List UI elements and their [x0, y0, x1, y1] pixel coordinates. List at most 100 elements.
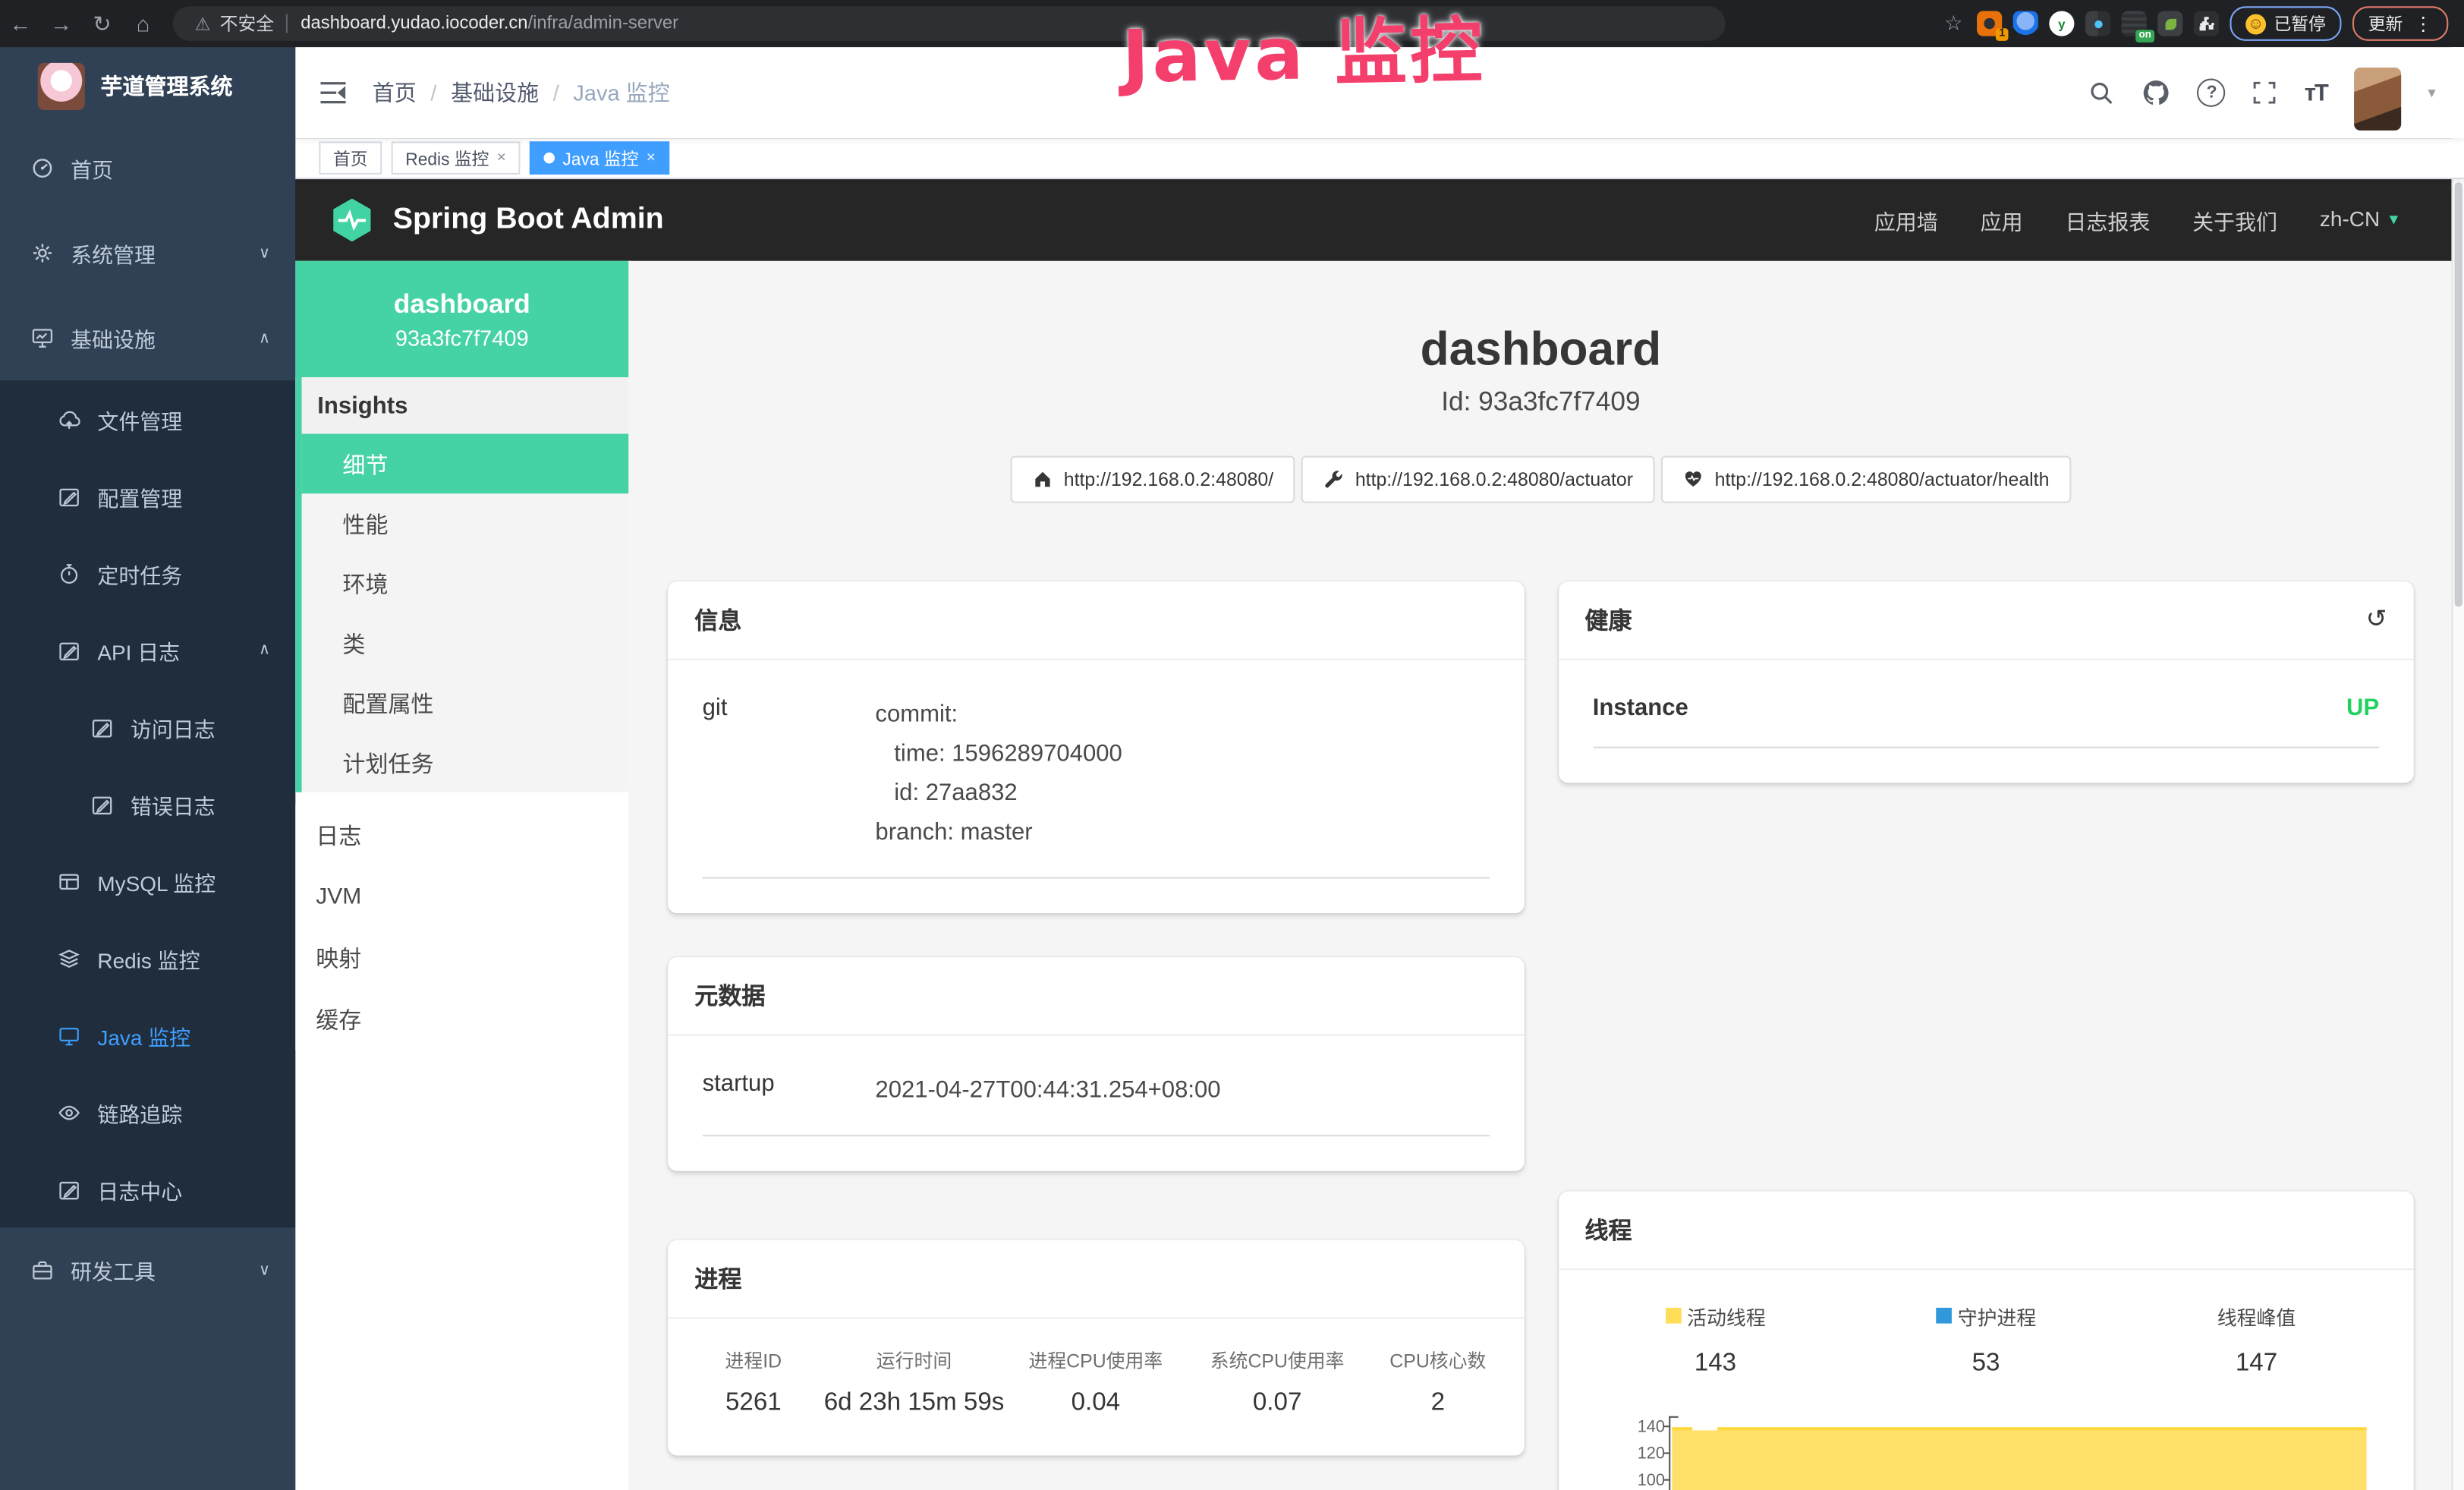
bookmark-star-icon[interactable]: ☆ — [1944, 11, 1962, 36]
ext-badge: 1 — [1996, 28, 2008, 41]
sidebar-item-log-center[interactable]: 日志中心 — [0, 1151, 295, 1227]
sba-menu-environment[interactable]: 环境 — [302, 553, 629, 613]
help-icon[interactable]: ? — [2198, 79, 2226, 107]
sidebar-item-job[interactable]: 定时任务 — [0, 534, 295, 611]
page-title: dashboard — [628, 261, 2453, 380]
sba-section-insights[interactable]: Insights — [302, 377, 629, 434]
url-path: /infra/admin-server — [528, 14, 679, 33]
sidebar-item-mysql[interactable]: MySQL 监控 — [0, 843, 295, 919]
sba-menu-classes[interactable]: 类 — [302, 613, 629, 673]
eye-icon — [58, 1101, 80, 1123]
health-card: 健康 ↺ Instance UP — [1558, 581, 2414, 782]
security-label[interactable]: 不安全 — [220, 11, 274, 36]
extensions-puzzle-icon[interactable] — [2194, 11, 2219, 36]
home-icon — [1032, 468, 1053, 489]
ext-pin-icon[interactable] — [2013, 11, 2038, 36]
sba-menu-details[interactable]: 细节 — [302, 434, 629, 494]
metadata-startup-row: startup 2021-04-27T00:44:31.254+08:00 — [703, 1069, 1489, 1136]
metadata-value: 2021-04-27T00:44:31.254+08:00 — [875, 1069, 1220, 1109]
sba-brand[interactable]: Spring Boot Admin — [295, 196, 663, 243]
sba-instance-header[interactable]: dashboard 93a3fc7f7409 — [295, 261, 628, 377]
process-card: 进程 进程ID5261 运行时间6d 23h 15m 59s 进程CPU使用率0… — [668, 1240, 1524, 1455]
close-icon[interactable]: × — [647, 150, 656, 167]
sidebar-item-home[interactable]: 首页 — [0, 126, 295, 211]
threads-card-title: 线程 — [1558, 1191, 2414, 1270]
app-logo — [38, 63, 85, 110]
sba-nav-applications[interactable]: 应用 — [1981, 203, 2023, 235]
chevron-down-icon: ∨ — [259, 244, 270, 262]
sidebar-item-config[interactable]: 配置管理 — [0, 458, 295, 534]
user-menu-caret-icon[interactable]: ▾ — [2428, 84, 2435, 102]
ext-switch-icon[interactable]: on — [2122, 11, 2147, 36]
sba-nav-about[interactable]: 关于我们 — [2192, 203, 2277, 235]
browser-menu-icon[interactable]: ⋮ — [2414, 13, 2433, 35]
search-icon[interactable] — [2089, 80, 2116, 106]
breadcrumb-home[interactable]: 首页 — [373, 77, 417, 108]
tab-home[interactable]: 首页 — [319, 141, 382, 174]
sidebar-item-redis[interactable]: Redis 监控 — [0, 919, 295, 996]
sidebar-item-java[interactable]: Java 监控 — [0, 997, 295, 1073]
app-logo-row[interactable]: 芋道管理系统 — [0, 47, 295, 126]
ext-orange-circle-icon[interactable]: 1 — [1977, 11, 2002, 36]
browser-reload-icon[interactable]: ↻ — [82, 10, 123, 36]
browser-back-icon[interactable]: ← — [0, 11, 41, 36]
tab-java[interactable]: Java 监控× — [530, 141, 670, 174]
chevron-up-icon: ∧ — [259, 641, 270, 659]
address-bar[interactable]: ⚠ 不安全 dashboard.yudao.iocoder.cn/infra/a… — [173, 6, 1726, 41]
service-url-button[interactable]: http://192.168.0.2:48080/ — [1010, 455, 1295, 502]
github-icon[interactable] — [2142, 79, 2170, 107]
sba-menu-jvm[interactable]: JVM — [295, 866, 628, 928]
page-scrollbar[interactable] — [2451, 47, 2464, 1490]
browser-home-icon[interactable]: ⌂ — [123, 11, 164, 36]
chrome-update-button[interactable]: 更新 ⋮ — [2352, 6, 2448, 41]
breadcrumb-infra[interactable]: 基础设施 — [451, 77, 539, 108]
sidebar-item-trace[interactable]: 链路追踪 — [0, 1073, 295, 1150]
tags-view-bar: 首页 Redis 监控× Java 监控× — [295, 138, 2464, 179]
browser-forward-icon[interactable]: → — [41, 11, 82, 36]
wrench-icon — [1323, 468, 1344, 489]
screenshot-root: ← → ↻ ⌂ ⚠ 不安全 dashboard.yudao.iocoder.cn… — [0, 0, 2464, 1490]
health-url-button[interactable]: http://192.168.0.2:48080/actuator/health — [1661, 455, 2071, 502]
health-instance-row[interactable]: Instance UP — [1593, 694, 2379, 747]
metadata-card: 元数据 startup 2021-04-27T00:44:31.254+08:0… — [668, 956, 1524, 1170]
ext-green-y-icon[interactable]: y — [2049, 11, 2074, 36]
sba-main-content: dashboard Id: 93a3fc7f7409 http://192.16… — [628, 261, 2453, 1490]
sidebar-item-access-log[interactable]: 访问日志 — [0, 688, 295, 765]
stack-icon — [58, 947, 80, 969]
process-metrics: 进程ID5261 运行时间6d 23h 15m 59s 进程CPU使用率0.04… — [684, 1347, 1508, 1417]
sba-language-select[interactable]: zh-CN▾ — [2320, 207, 2398, 231]
sba-nav-journal[interactable]: 日志报表 — [2065, 203, 2150, 235]
sba-nav-wallboard[interactable]: 应用墙 — [1874, 203, 1938, 235]
sba-menu-mappings[interactable]: 映射 — [295, 928, 628, 989]
tab-redis[interactable]: Redis 监控× — [392, 141, 521, 174]
ext-grid-icon[interactable] — [2085, 11, 2110, 36]
chevron-down-icon: ▾ — [2390, 209, 2398, 229]
hamburger-icon[interactable] — [319, 80, 347, 106]
sba-menu-metrics[interactable]: 性能 — [302, 493, 629, 553]
sidebar-item-api-log[interactable]: API 日志∧ — [0, 612, 295, 688]
health-instance-label: Instance — [1593, 694, 1688, 720]
close-icon[interactable]: × — [497, 150, 506, 167]
actuator-url-button[interactable]: http://192.168.0.2:48080/actuator — [1301, 455, 1655, 502]
ext-leaf-icon[interactable] — [2157, 11, 2182, 36]
y-axis-tick-100: 100 — [1618, 1470, 1665, 1489]
user-avatar[interactable] — [2354, 68, 2401, 131]
url-host: dashboard.yudao.iocoder.cn — [301, 14, 527, 33]
sidebar-item-file[interactable]: 文件管理 — [0, 380, 295, 457]
sba-menu-logs[interactable]: 日志 — [295, 805, 628, 866]
sba-menu-caches[interactable]: 缓存 — [295, 989, 628, 1051]
sidebar-item-system[interactable]: 系统管理∨ — [0, 210, 295, 295]
heartbeat-icon — [1683, 468, 1704, 489]
font-size-icon[interactable]: тT — [2305, 80, 2327, 106]
history-icon[interactable]: ↺ — [2366, 603, 2387, 635]
live-threads: 活动线程 143 — [1580, 1301, 1851, 1378]
sidebar-item-devtools[interactable]: 研发工具∨ — [0, 1227, 295, 1312]
fullscreen-icon[interactable] — [2252, 80, 2277, 106]
sba-menu-config-props[interactable]: 配置属性 — [302, 673, 629, 732]
sba-menu-scheduled-tasks[interactable]: 计划任务 — [302, 732, 629, 792]
omnibox-divider — [287, 14, 288, 33]
profile-paused-chip[interactable]: ☺ 已暂停 — [2230, 6, 2341, 41]
scrollbar-thumb[interactable] — [2455, 182, 2462, 606]
sidebar-item-error-log[interactable]: 错误日志 — [0, 765, 295, 842]
sidebar-item-infra[interactable]: 基础设施∧ — [0, 295, 295, 380]
